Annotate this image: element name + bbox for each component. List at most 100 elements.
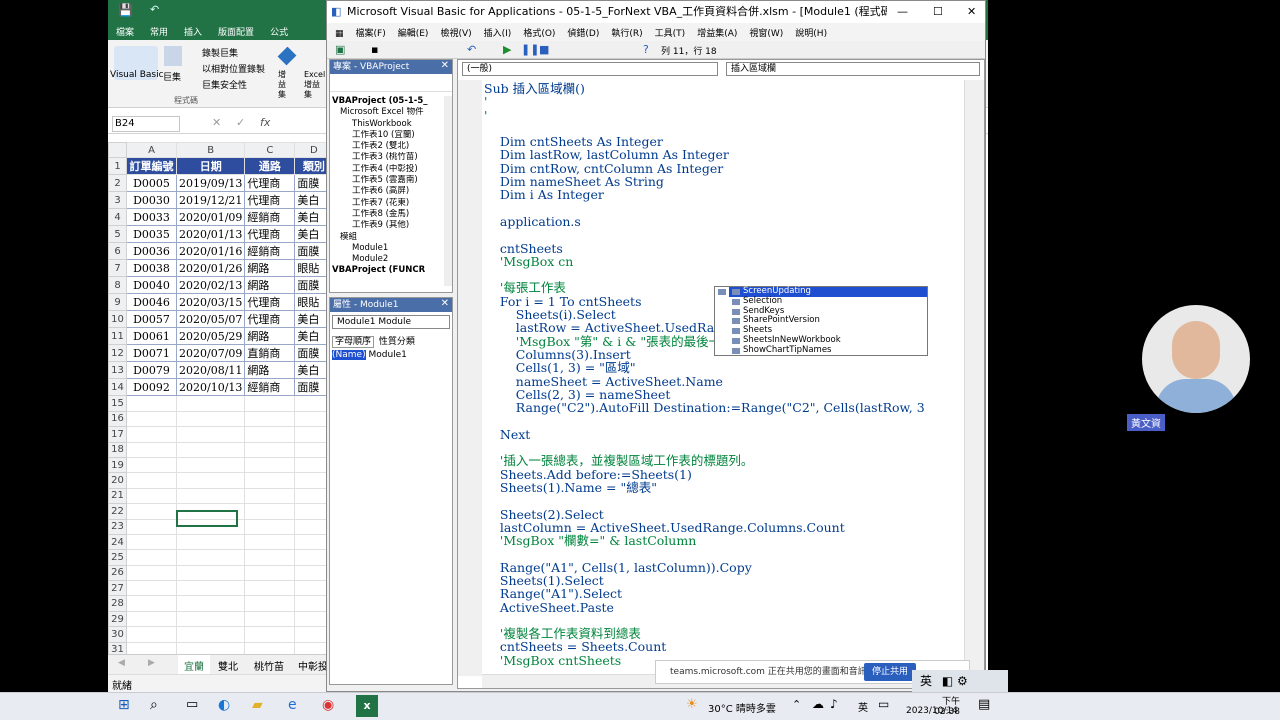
cell[interactable] bbox=[126, 426, 177, 443]
next-sheet-icon[interactable]: ▶ bbox=[148, 658, 155, 668]
row-header[interactable]: 10 bbox=[108, 310, 127, 329]
cell[interactable]: 2019/09/13 bbox=[175, 174, 246, 193]
cell[interactable]: 代理商 bbox=[244, 225, 296, 244]
cell[interactable] bbox=[175, 580, 246, 597]
code-line[interactable]: Dim nameSheet As String bbox=[484, 175, 964, 189]
row-header[interactable]: 14 bbox=[108, 378, 127, 397]
menu-format[interactable]: 格式(O) bbox=[517, 23, 561, 42]
cell[interactable]: 直銷商 bbox=[244, 344, 296, 363]
cell[interactable] bbox=[126, 395, 177, 412]
code-line[interactable]: Next bbox=[484, 427, 964, 441]
tab-home[interactable]: 常用 bbox=[142, 22, 176, 41]
row-header[interactable]: 6 bbox=[108, 242, 127, 261]
notification-icon[interactable]: ▤ bbox=[978, 697, 990, 712]
help-icon[interactable]: ? bbox=[643, 43, 649, 56]
cell[interactable]: 日期 bbox=[175, 157, 246, 176]
name-box[interactable]: B24 bbox=[112, 116, 180, 132]
cell[interactable] bbox=[244, 610, 296, 628]
cell[interactable]: 代理商 bbox=[244, 191, 296, 210]
code-line[interactable]: Sheets.Add before:=Sheets(1) bbox=[484, 467, 964, 481]
cell[interactable] bbox=[244, 441, 296, 458]
menu-insert[interactable]: 插入(I) bbox=[478, 23, 518, 42]
cell[interactable]: 代理商 bbox=[244, 174, 296, 193]
row-header[interactable]: 21 bbox=[108, 487, 127, 505]
code-line[interactable] bbox=[484, 614, 964, 627]
network-icon[interactable]: ☁ bbox=[812, 697, 824, 711]
cell[interactable]: 經銷商 bbox=[244, 208, 296, 227]
tree-item[interactable]: 工作表10 (宜蘭) bbox=[332, 130, 444, 141]
tree-item[interactable]: ThisWorkbook bbox=[332, 119, 444, 130]
row-header[interactable]: 1 bbox=[108, 157, 127, 176]
cell[interactable] bbox=[244, 487, 296, 505]
prop-name-key[interactable]: (Name) bbox=[332, 350, 366, 360]
cell[interactable] bbox=[244, 503, 296, 520]
tray-chevron-icon[interactable]: ⌃ bbox=[792, 698, 801, 711]
cell[interactable]: 2020/10/13 bbox=[175, 378, 246, 397]
selected-cell-b24[interactable] bbox=[176, 510, 238, 527]
menu-edit[interactable]: 編輯(E) bbox=[392, 23, 435, 42]
code-line[interactable]: ' bbox=[484, 95, 964, 109]
row-header[interactable]: 19 bbox=[108, 456, 127, 474]
code-line[interactable]: Dim lastRow, lastColumn As Integer bbox=[484, 148, 964, 162]
cell[interactable] bbox=[244, 518, 296, 535]
cell[interactable]: D0038 bbox=[126, 259, 177, 278]
column-header[interactable]: A bbox=[126, 141, 177, 159]
code-line[interactable]: Range("A1", Cells(1, lastColumn)).Copy bbox=[484, 560, 964, 574]
code-line[interactable] bbox=[484, 414, 964, 427]
tree-item[interactable]: 工作表4 (中彰投) bbox=[332, 164, 444, 175]
tree-item[interactable]: 工作表8 (金馬) bbox=[332, 209, 444, 220]
menu-window[interactable]: 視窗(W) bbox=[743, 23, 789, 42]
cell[interactable]: 代理商 bbox=[244, 310, 296, 329]
clock-date[interactable]: 2023/10/14 bbox=[906, 706, 958, 716]
cell[interactable] bbox=[175, 441, 246, 458]
function-icon[interactable]: fx bbox=[260, 116, 270, 129]
tree-item[interactable]: VBAProject (05-1-5_ bbox=[332, 96, 444, 107]
tree-item[interactable]: 工作表6 (高屏) bbox=[332, 186, 444, 197]
cell[interactable] bbox=[126, 533, 177, 551]
tree-item[interactable]: 工作表3 (桃竹苗) bbox=[332, 152, 444, 163]
code-line[interactable] bbox=[484, 202, 964, 215]
menu-addins[interactable]: 增益集(A) bbox=[691, 23, 743, 42]
tree-item[interactable]: 工作表5 (雲嘉南) bbox=[332, 175, 444, 186]
cell[interactable]: 經銷商 bbox=[244, 242, 296, 261]
tree-item[interactable]: VBAProject (FUNCR bbox=[332, 265, 444, 276]
cell[interactable] bbox=[175, 426, 246, 443]
code-line[interactable]: Sheets(1).Name = "總表" bbox=[484, 481, 964, 495]
excel-taskbar-icon[interactable]: x bbox=[356, 695, 378, 717]
cell[interactable] bbox=[175, 564, 246, 582]
cell[interactable] bbox=[175, 410, 246, 428]
cancel-icon[interactable]: ✕ bbox=[212, 116, 221, 129]
cell[interactable]: D0040 bbox=[126, 276, 177, 295]
cell[interactable] bbox=[126, 564, 177, 582]
cell[interactable] bbox=[175, 549, 246, 566]
enter-icon[interactable]: ✓ bbox=[236, 116, 245, 129]
cell[interactable]: D0046 bbox=[126, 293, 177, 312]
code-line[interactable]: Dim cntRow, cntColumn As Integer bbox=[484, 161, 964, 175]
row-header[interactable]: 30 bbox=[108, 626, 127, 643]
visual-basic-button[interactable]: Visual Basic bbox=[110, 70, 164, 80]
code-line[interactable] bbox=[484, 228, 964, 241]
cell[interactable] bbox=[126, 472, 177, 489]
row-header[interactable]: 15 bbox=[108, 395, 127, 412]
menu-view[interactable]: 檢視(V) bbox=[434, 23, 477, 42]
cell[interactable]: 2020/07/09 bbox=[175, 344, 246, 363]
edge-icon[interactable]: ◐ bbox=[218, 697, 230, 713]
object-combo[interactable]: (一般) bbox=[462, 62, 718, 76]
code-editor[interactable]: Sub 插入區域欄() ' ' Dim cntSheets As Integer D… bbox=[458, 80, 964, 676]
cell[interactable]: D0033 bbox=[126, 208, 177, 227]
cell[interactable] bbox=[175, 595, 246, 612]
select-all-corner[interactable] bbox=[108, 141, 127, 159]
code-line[interactable]: Cells(1, 3) = "區域" bbox=[484, 361, 964, 375]
tree-item[interactable]: 模組 bbox=[332, 232, 444, 243]
excel-add-ins-button[interactable]: Excel 增益集 bbox=[304, 70, 326, 100]
cell[interactable] bbox=[244, 410, 296, 428]
row-header[interactable]: 8 bbox=[108, 276, 127, 295]
cell[interactable]: D0005 bbox=[126, 174, 177, 193]
tree-item[interactable]: 工作表9 (其他) bbox=[332, 220, 444, 231]
autocomplete-item[interactable]: ShowChartTipNames bbox=[729, 345, 927, 356]
cell[interactable] bbox=[126, 549, 177, 566]
tree-item[interactable]: Module1 bbox=[332, 243, 444, 254]
sheet-tab-shuangbei[interactable]: 雙北 bbox=[218, 658, 238, 673]
reset-icon[interactable]: ■ bbox=[539, 43, 549, 56]
save-icon[interactable]: ▪ bbox=[371, 43, 378, 56]
